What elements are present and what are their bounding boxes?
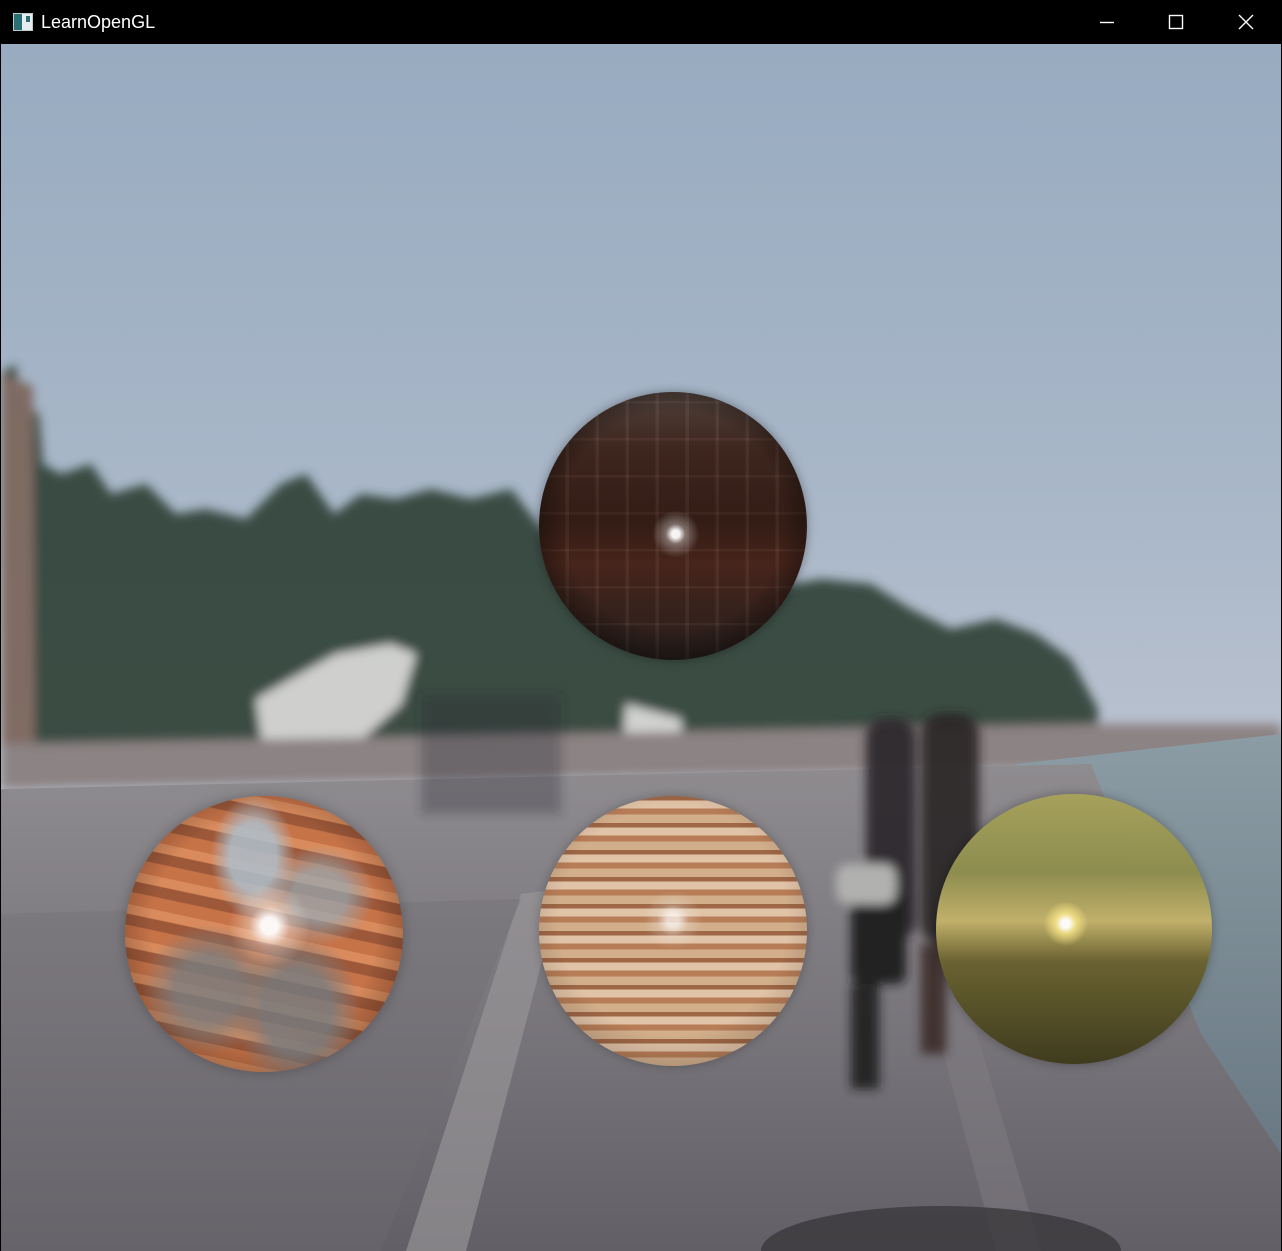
app-icon [13, 13, 33, 31]
minimize-icon [1100, 21, 1114, 24]
close-button[interactable] [1211, 0, 1281, 44]
maximize-icon [1168, 14, 1184, 30]
gold-metal-pbr-sphere [936, 794, 1212, 1064]
opengl-viewport[interactable] [1, 44, 1281, 1251]
minimize-button[interactable] [1072, 0, 1142, 44]
title-bar[interactable]: LearnOpenGL [0, 0, 1282, 44]
maximize-button[interactable] [1141, 0, 1211, 44]
application-window: LearnOpenGL [0, 0, 1282, 1251]
wood-tiles-pbr-sphere [539, 392, 807, 660]
close-icon [1238, 14, 1254, 30]
rusted-metal-pbr-sphere [125, 796, 403, 1072]
window-title: LearnOpenGL [41, 12, 156, 32]
light-wood-pbr-sphere [539, 796, 807, 1066]
